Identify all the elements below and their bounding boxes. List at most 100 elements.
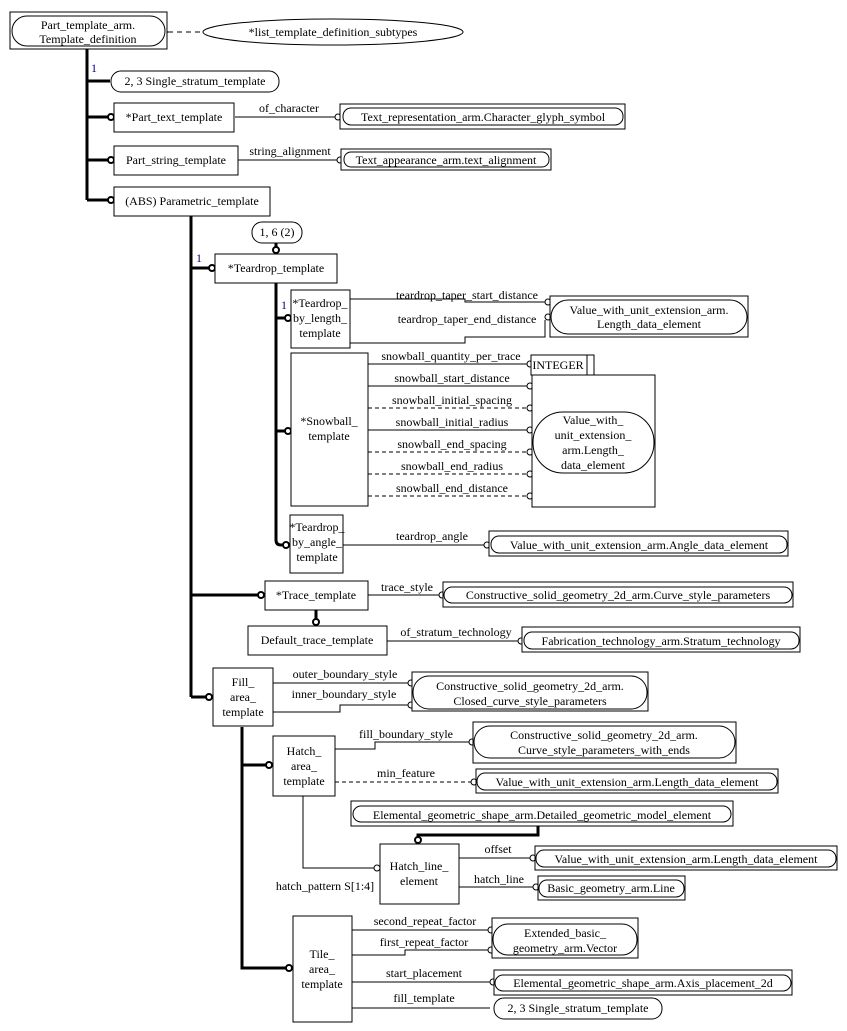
attr-hatch-pattern-line: hatch_pattern S[1:4] [276, 879, 374, 893]
length-b-label-line: Value_with_ [563, 413, 625, 427]
circle-part-string [107, 156, 115, 164]
attr-inner-boundary-line: inner_boundary_style [292, 687, 397, 701]
parametric-label: (ABS) Parametric_template [125, 194, 259, 208]
attr-string-alignment-line: string_alignment [249, 144, 331, 158]
attr-first-repeat-line: first_repeat_factor [380, 935, 469, 949]
snowball-label-line: *Snowball_ [300, 414, 358, 428]
attr-end-distance: snowball_end_distance [396, 481, 508, 495]
detailed-model-connector [416, 826, 540, 838]
attr-of-character: of_character [259, 101, 319, 115]
text-alignment-label-line: Text_appearance_arm.text_alignment [356, 153, 537, 167]
single-stratum-bottom-label: 2, 3 Single_stratum_template [508, 1001, 649, 1015]
circle-snowball [284, 427, 292, 435]
curve-style-label-line: Constructive_solid_geometry_2d_arm.Curve… [466, 588, 771, 602]
attr-string-alignment: string_alignment [249, 144, 331, 158]
basic-line-label: Basic_geometry_arm.Line [547, 881, 675, 895]
subtypes-ref-label: *list_template_definition_subtypes [249, 25, 418, 39]
attr-teardrop-angle: teardrop_angle [396, 529, 468, 543]
subtypes-ref-label-line: *list_template_definition_subtypes [249, 25, 418, 39]
circle-trace [257, 591, 265, 599]
attribute-lines [168, 32, 546, 1009]
circle-default-trace [312, 618, 320, 626]
part-text-label-line: *Part_text_template [126, 110, 223, 124]
attr-fill-boundary: fill_boundary_style [359, 727, 453, 741]
attr-trace-style: trace_style [381, 580, 433, 594]
teardrop-label: *Teardrop_template [228, 261, 324, 275]
detailed-model-label: Elemental_geometric_shape_arm.Detailed_g… [373, 808, 712, 822]
trace-label: *Trace_template [276, 588, 356, 602]
basic-line-label-line: Basic_geometry_arm.Line [547, 881, 675, 895]
attr-fill-template-line: fill_template [393, 991, 454, 1005]
circle-hatch-area [265, 761, 273, 769]
teardrop-angle-label-line: by_angle_ [292, 535, 343, 549]
cardinality-parametric: 1 [196, 251, 202, 265]
attr-offset-line: offset [484, 842, 512, 856]
teardrop-label-line: *Teardrop_template [228, 261, 324, 275]
integer-label: INTEGER [532, 358, 583, 372]
text-alignment-label: Text_appearance_arm.text_alignment [356, 153, 537, 167]
attr-quantity: snowball_quantity_per_trace [381, 349, 520, 363]
character-glyph-label: Text_representation_arm.Character_glyph_… [361, 110, 606, 124]
attr-taper-end: teardrop_taper_end_distance [398, 312, 537, 326]
oneof-label: 1, 6 (2) [260, 225, 295, 239]
attr-end-spacing: snowball_end_spacing [397, 437, 506, 451]
attr-taper-start-line: teardrop_taper_start_distance [396, 288, 538, 302]
circle-oneof [272, 246, 280, 254]
integer-label-line: INTEGER [532, 358, 583, 372]
attr-of-character-line: of_character [259, 101, 319, 115]
tile-area-label-line: area_ [309, 962, 336, 976]
attr-stratum-technology: of_stratum_technology [400, 625, 511, 639]
length-b-label-line: unit_extension_ [555, 428, 633, 442]
axis-placement-label: Elemental_geometric_shape_arm.Axis_place… [513, 976, 773, 990]
curve-ends-label: Constructive_solid_geometry_2d_arm. Curve… [510, 728, 698, 757]
teardrop-angle-label-line: *Teardrop_ [289, 520, 345, 534]
fill-area-label-line: Fill_ [232, 675, 256, 689]
attr-min-feature-line: min_feature [377, 766, 435, 780]
length-a-label-line: Value_with_unit_extension_arm. [570, 303, 729, 317]
attr-outer-boundary-line: outer_boundary_style [293, 667, 398, 681]
tile-area-label-line: Tile_ [310, 947, 336, 961]
curve-ends-label-line: Constructive_solid_geometry_2d_arm. [510, 728, 698, 742]
attr-taper-end-line: teardrop_taper_end_distance [398, 312, 537, 326]
length-d-label: Value_with_unit_extension_arm.Length_dat… [555, 852, 819, 866]
angle-label: Value_with_unit_extension_arm.Angle_data… [510, 538, 769, 552]
attr-initial-radius: snowball_initial_radius [396, 415, 509, 429]
fill-area-label-line: template [222, 705, 263, 719]
single-stratum-bottom-label-line: 2, 3 Single_stratum_template [508, 1001, 649, 1015]
length-a-label-line: Length_data_element [597, 317, 702, 331]
length-b-label-line: arm.Length_ [562, 443, 625, 457]
default-trace-label: Default_trace_template [261, 633, 374, 647]
integer-box-edge [587, 354, 595, 375]
teardrop-length-label-line: template [299, 326, 340, 340]
curve-style-label: Constructive_solid_geometry_2d_arm.Curve… [466, 588, 771, 602]
teardrop-trunk-line [274, 283, 283, 547]
attr-first-repeat: first_repeat_factor [380, 935, 469, 949]
hatch-line-label-line: Hatch_line_ [390, 859, 450, 873]
closed-curve-label: Constructive_solid_geometry_2d_arm. Close… [436, 679, 624, 708]
hatch-line-label-line: element [400, 874, 439, 888]
cardinality-root: 1 [91, 61, 97, 75]
line-inner-boundary [273, 704, 408, 713]
attr-quantity-line: snowball_quantity_per_trace [381, 349, 520, 363]
attr-fill-boundary-line: fill_boundary_style [359, 727, 453, 741]
attr-second-repeat-line: second_repeat_factor [374, 914, 477, 928]
attr-initial-spacing: snowball_initial_spacing [392, 393, 512, 407]
snowball-label-line: template [308, 429, 349, 443]
attr-end-distance-line: snowball_end_distance [396, 481, 508, 495]
part-string-label: Part_string_template [126, 153, 226, 167]
angle-label-line: Value_with_unit_extension_arm.Angle_data… [510, 538, 769, 552]
closed-curve-label-line: Closed_curve_style_parameters [453, 694, 607, 708]
attr-initial-radius-line: snowball_initial_radius [396, 415, 509, 429]
attr-fill-template: fill_template [393, 991, 454, 1005]
circle-teardrop-length [284, 314, 292, 322]
hatch-area-label-line: template [283, 774, 324, 788]
single-stratum-top-label-line: 2, 3 Single_stratum_template [125, 74, 266, 88]
detailed-model-label-line: Elemental_geometric_shape_arm.Detailed_g… [373, 808, 712, 822]
single-stratum-top-label: 2, 3 Single_stratum_template [125, 74, 266, 88]
hatch-area-label-line: Hatch_ [287, 744, 323, 758]
attr-taper-start: teardrop_taper_start_distance [396, 288, 538, 302]
vector-label-line: geometry_arm.Vector [513, 941, 617, 955]
length-c-label: Value_with_unit_extension_arm.Length_dat… [496, 775, 760, 789]
attr-trace-style-line: trace_style [381, 580, 433, 594]
circle-parametric [107, 196, 115, 204]
